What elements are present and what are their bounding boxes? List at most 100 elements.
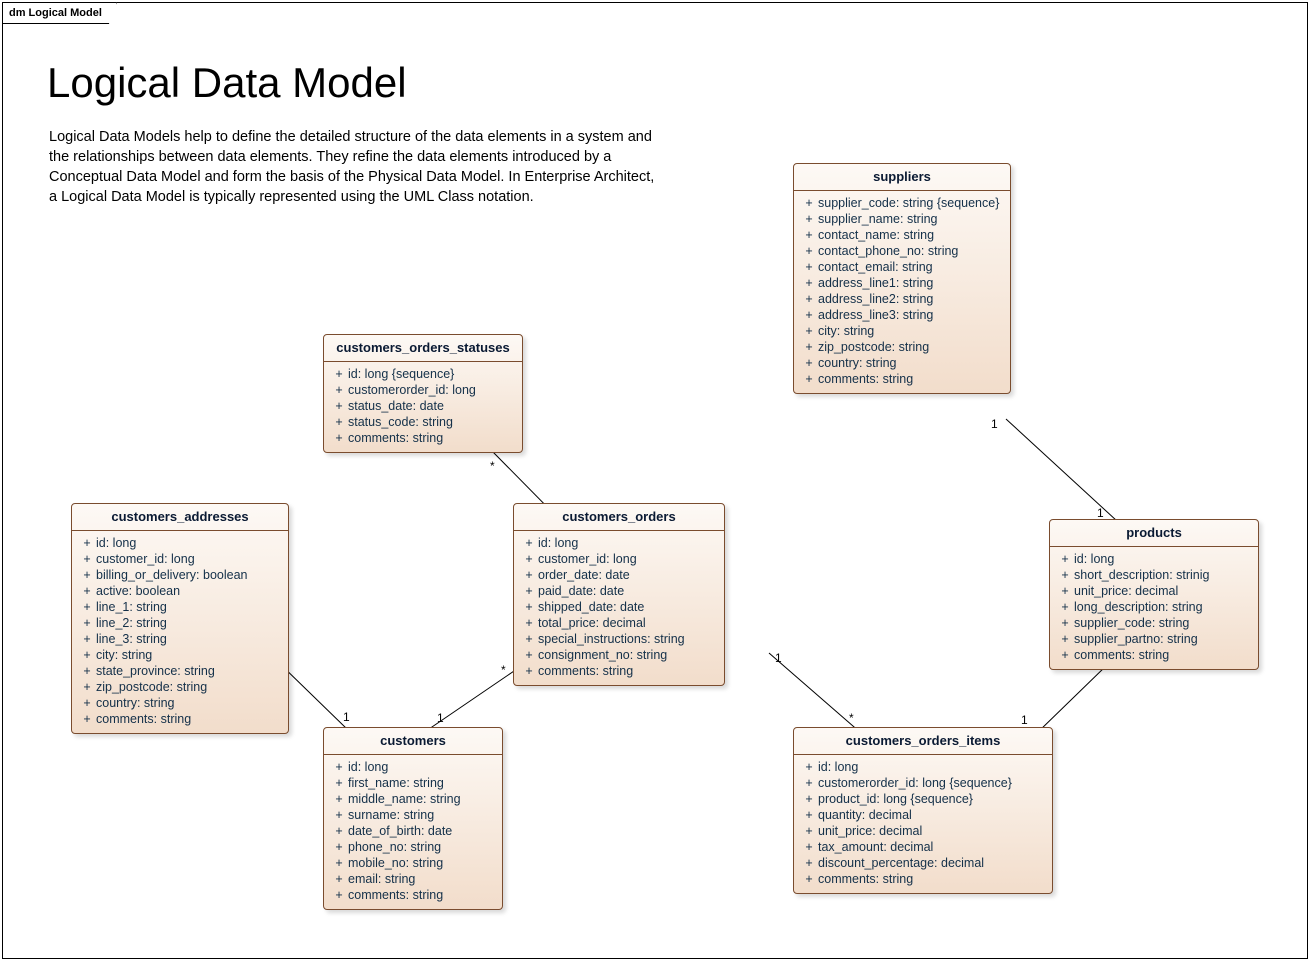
attribute-text: supplier_name: string — [818, 211, 1004, 227]
attribute-text: customer_id: long — [538, 551, 718, 567]
diagram-description: Logical Data Models help to define the d… — [49, 127, 659, 207]
attribute-row: +status_date: date — [330, 398, 516, 414]
attribute-row: +line_1: string — [78, 599, 282, 615]
attribute-row: +total_price: decimal — [520, 615, 718, 631]
attribute-row: +customerorder_id: long — [330, 382, 516, 398]
visibility-public-icon: + — [78, 551, 96, 567]
attribute-list: +id: long+customer_id: long+order_date: … — [514, 531, 724, 685]
mult-coi-left-star: * — [849, 711, 854, 725]
attribute-text: middle_name: string — [348, 791, 496, 807]
visibility-public-icon: + — [800, 323, 818, 339]
attribute-text: id: long {sequence} — [348, 366, 516, 382]
attribute-text: contact_name: string — [818, 227, 1004, 243]
visibility-public-icon: + — [800, 823, 818, 839]
entity-suppliers[interactable]: suppliers+supplier_code: string {sequenc… — [793, 163, 1011, 394]
attribute-text: zip_postcode: string — [96, 679, 282, 695]
attribute-text: line_1: string — [96, 599, 282, 615]
attribute-text: address_line3: string — [818, 307, 1004, 323]
attribute-text: discount_percentage: decimal — [818, 855, 1046, 871]
attribute-row: +comments: string — [1056, 647, 1252, 663]
attribute-row: +surname: string — [330, 807, 496, 823]
visibility-public-icon: + — [330, 414, 348, 430]
attribute-text: unit_price: decimal — [1074, 583, 1252, 599]
visibility-public-icon: + — [800, 291, 818, 307]
attribute-row: +paid_date: date — [520, 583, 718, 599]
attribute-list: +supplier_code: string {sequence}+suppli… — [794, 191, 1010, 393]
visibility-public-icon: + — [1056, 631, 1074, 647]
attribute-text: status_code: string — [348, 414, 516, 430]
visibility-public-icon: + — [1056, 647, 1074, 663]
attribute-row: +address_line1: string — [800, 275, 1004, 291]
attribute-text: address_line2: string — [818, 291, 1004, 307]
attribute-row: +active: boolean — [78, 583, 282, 599]
mult-supp-bottom-1: 1 — [991, 417, 998, 431]
attribute-text: country: string — [96, 695, 282, 711]
attribute-row: +contact_name: string — [800, 227, 1004, 243]
visibility-public-icon: + — [78, 647, 96, 663]
entity-title: customers_addresses — [72, 504, 288, 531]
entity-customers-orders[interactable]: customers_orders+id: long+customer_id: l… — [513, 503, 725, 686]
attribute-row: +id: long — [78, 535, 282, 551]
visibility-public-icon: + — [1056, 583, 1074, 599]
attribute-text: comments: string — [348, 430, 516, 446]
attribute-row: +supplier_code: string {sequence} — [800, 195, 1004, 211]
visibility-public-icon: + — [800, 307, 818, 323]
attribute-text: customerorder_id: long {sequence} — [818, 775, 1046, 791]
attribute-row: +customer_id: long — [520, 551, 718, 567]
entity-products[interactable]: products+id: long+short_description: str… — [1049, 519, 1259, 670]
attribute-row: +line_3: string — [78, 631, 282, 647]
diagram-title: Logical Data Model — [47, 59, 407, 107]
attribute-text: phone_no: string — [348, 839, 496, 855]
attribute-row: +shipped_date: date — [520, 599, 718, 615]
attribute-row: +phone_no: string — [330, 839, 496, 855]
visibility-public-icon: + — [800, 227, 818, 243]
entity-customers-addresses[interactable]: customers_addresses+id: long+customer_id… — [71, 503, 289, 734]
attribute-text: line_3: string — [96, 631, 282, 647]
attribute-row: +id: long {sequence} — [330, 366, 516, 382]
attribute-list: +id: long+short_description: strinig+uni… — [1050, 547, 1258, 669]
visibility-public-icon: + — [78, 583, 96, 599]
attribute-text: address_line1: string — [818, 275, 1004, 291]
attribute-text: supplier_partno: string — [1074, 631, 1252, 647]
attribute-text: customer_id: long — [96, 551, 282, 567]
visibility-public-icon: + — [520, 631, 538, 647]
attribute-text: line_2: string — [96, 615, 282, 631]
visibility-public-icon: + — [1056, 615, 1074, 631]
visibility-public-icon: + — [800, 839, 818, 855]
entity-title: customers_orders_items — [794, 728, 1052, 755]
attribute-row: +line_2: string — [78, 615, 282, 631]
attribute-text: id: long — [96, 535, 282, 551]
visibility-public-icon: + — [520, 567, 538, 583]
attribute-row: +billing_or_delivery: boolean — [78, 567, 282, 583]
attribute-text: unit_price: decimal — [818, 823, 1046, 839]
mult-cust-left-1: 1 — [343, 710, 350, 724]
attribute-row: +customerorder_id: long {sequence} — [800, 775, 1046, 791]
visibility-public-icon: + — [78, 663, 96, 679]
visibility-public-icon: + — [330, 807, 348, 823]
attribute-row: +status_code: string — [330, 414, 516, 430]
attribute-text: date_of_birth: date — [348, 823, 496, 839]
attribute-text: status_date: date — [348, 398, 516, 414]
visibility-public-icon: + — [520, 615, 538, 631]
attribute-text: active: boolean — [96, 583, 282, 599]
attribute-row: +customer_id: long — [78, 551, 282, 567]
attribute-row: +discount_percentage: decimal — [800, 855, 1046, 871]
attribute-text: email: string — [348, 871, 496, 887]
attribute-row: +id: long — [520, 535, 718, 551]
visibility-public-icon: + — [330, 430, 348, 446]
attribute-row: +comments: string — [330, 430, 516, 446]
visibility-public-icon: + — [78, 615, 96, 631]
visibility-public-icon: + — [800, 759, 818, 775]
attribute-text: contact_phone_no: string — [818, 243, 1004, 259]
entity-title: customers — [324, 728, 502, 755]
entity-customers-orders-statuses[interactable]: customers_orders_statuses+id: long {sequ… — [323, 334, 523, 453]
entity-customers[interactable]: customers+id: long+first_name: string+mi… — [323, 727, 503, 910]
attribute-text: contact_email: string — [818, 259, 1004, 275]
attribute-text: comments: string — [96, 711, 282, 727]
entity-customers-orders-items[interactable]: customers_orders_items+id: long+customer… — [793, 727, 1053, 894]
attribute-row: +country: string — [78, 695, 282, 711]
attribute-row: +city: string — [800, 323, 1004, 339]
attribute-text: paid_date: date — [538, 583, 718, 599]
attribute-row: +comments: string — [520, 663, 718, 679]
attribute-text: product_id: long {sequence} — [818, 791, 1046, 807]
